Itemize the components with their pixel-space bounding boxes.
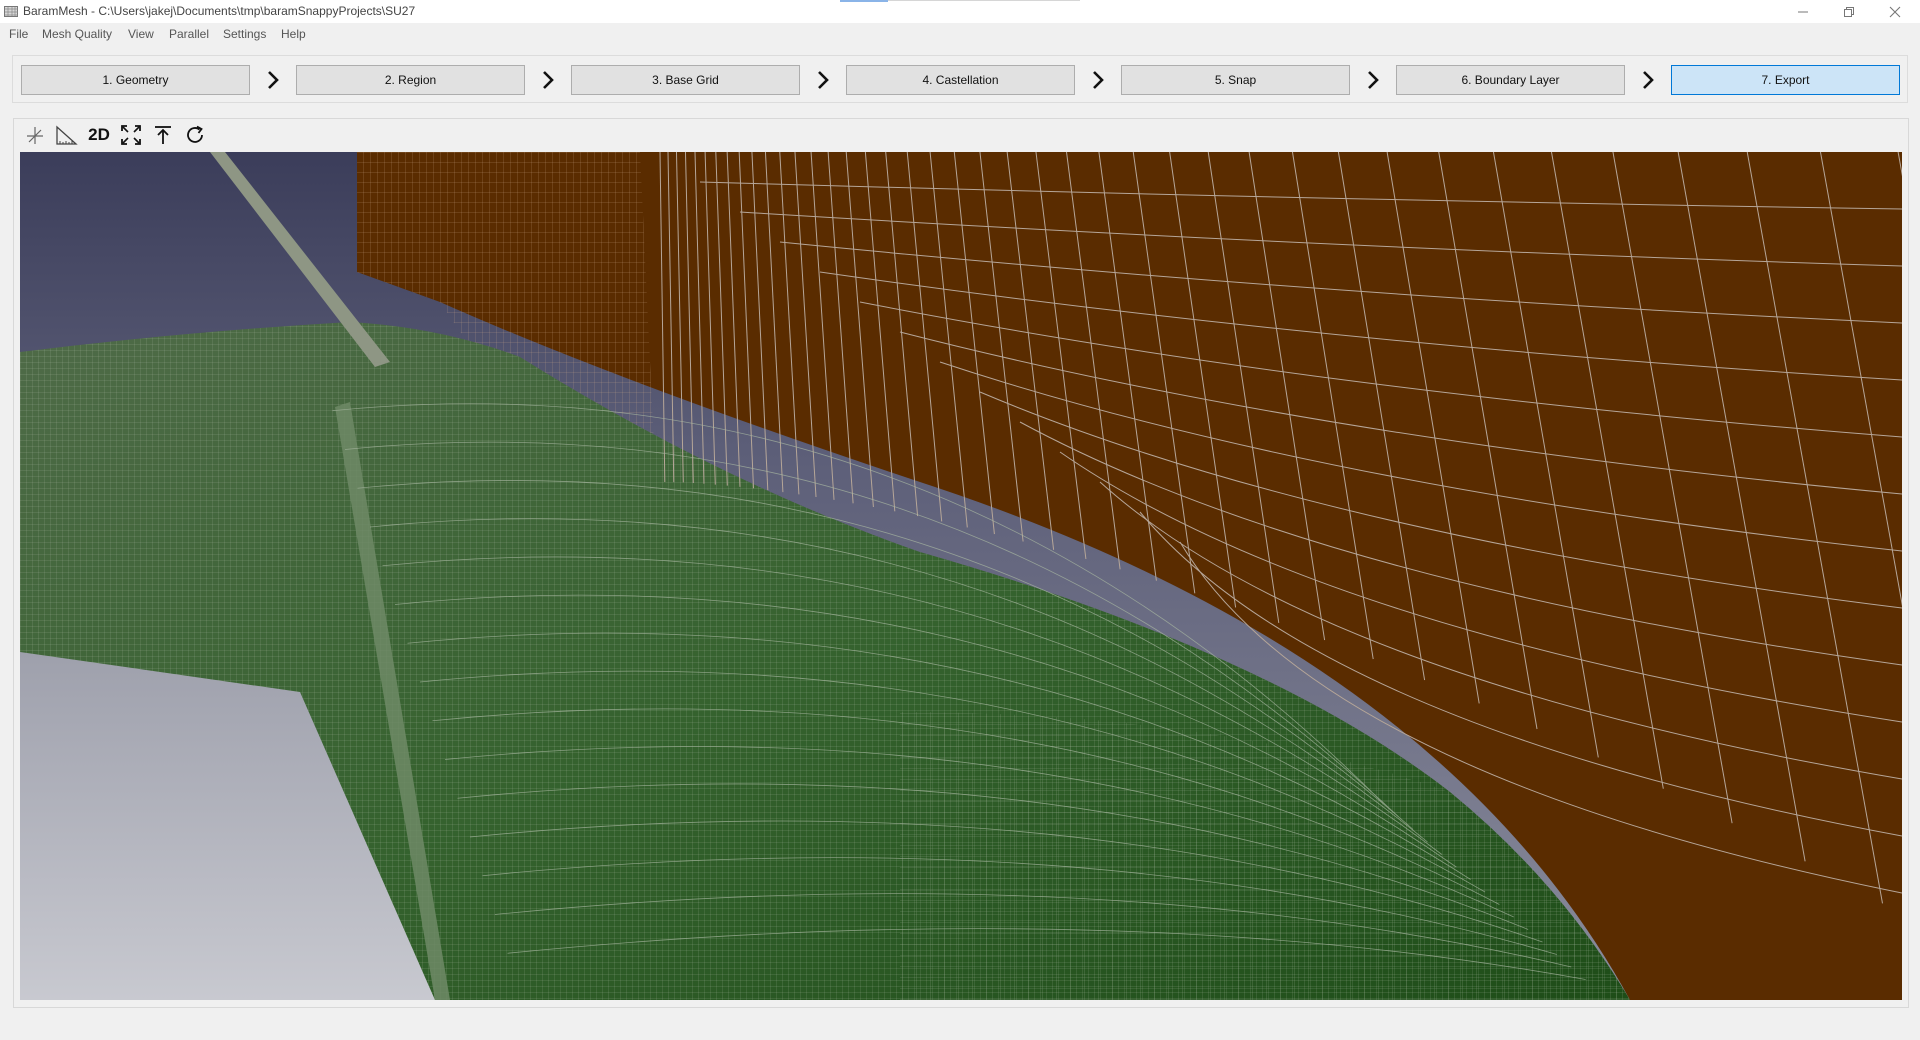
ruler-triangle-icon xyxy=(56,125,78,145)
mesh-render xyxy=(20,152,1902,1000)
2d-label: 2D xyxy=(88,125,110,144)
menu-bar: File Mesh Quality View Parallel Settings… xyxy=(0,23,1920,45)
step-snap-button[interactable]: 5. Snap xyxy=(1121,65,1350,95)
restore-icon xyxy=(1844,6,1854,17)
reset-view-button[interactable] xyxy=(182,122,208,148)
axes-icon xyxy=(27,127,43,144)
step-navigation: 1. Geometry 2. Region 3. Base Grid 4. Ca… xyxy=(12,55,1908,103)
step-base-grid-button[interactable]: 3. Base Grid xyxy=(571,65,800,95)
window-title: BaramMesh - C:\Users\jakej\Documents\tmp… xyxy=(23,4,416,18)
chevron-right-icon xyxy=(1368,71,1379,89)
fit-view-icon xyxy=(121,125,141,145)
title-accent-bar xyxy=(840,0,888,2)
step-region-button[interactable]: 2. Region xyxy=(296,65,525,95)
step-boundary-layer-button[interactable]: 6. Boundary Layer xyxy=(1396,65,1625,95)
baram-mesh-app-icon xyxy=(4,6,18,17)
fit-view-button[interactable] xyxy=(118,122,144,148)
axes-toggle-button[interactable] xyxy=(22,122,48,148)
menu-help[interactable]: Help xyxy=(281,27,306,41)
minimize-icon xyxy=(1798,11,1808,12)
menu-mesh-quality[interactable]: Mesh Quality xyxy=(42,27,112,41)
restore-button[interactable] xyxy=(1826,0,1872,23)
align-top-view-button[interactable] xyxy=(150,122,176,148)
align-top-icon xyxy=(155,126,171,144)
menu-settings[interactable]: Settings xyxy=(223,27,266,41)
2d-view-button[interactable]: 2D xyxy=(86,122,112,148)
title-accent-line xyxy=(888,0,1080,1)
cube-axes-button[interactable] xyxy=(54,122,80,148)
menu-parallel[interactable]: Parallel xyxy=(169,27,209,41)
chevron-right-icon xyxy=(1643,71,1654,89)
chevron-right-icon xyxy=(268,71,279,89)
chevron-right-icon xyxy=(543,71,554,89)
title-bar: BaramMesh - C:\Users\jakej\Documents\tmp… xyxy=(0,0,1920,23)
chevron-right-icon xyxy=(818,71,829,89)
chevron-right-icon xyxy=(1093,71,1104,89)
minimize-button[interactable] xyxy=(1780,0,1826,23)
close-button[interactable] xyxy=(1872,0,1918,23)
step-castellation-button[interactable]: 4. Castellation xyxy=(846,65,1075,95)
mesh-3d-viewport[interactable] xyxy=(20,152,1902,1000)
menu-file[interactable]: File xyxy=(9,27,28,41)
step-geometry-button[interactable]: 1. Geometry xyxy=(21,65,250,95)
step-export-button[interactable]: 7. Export xyxy=(1671,65,1900,95)
menu-view[interactable]: View xyxy=(128,27,154,41)
close-icon xyxy=(1889,6,1901,17)
rotate-icon xyxy=(187,125,203,143)
